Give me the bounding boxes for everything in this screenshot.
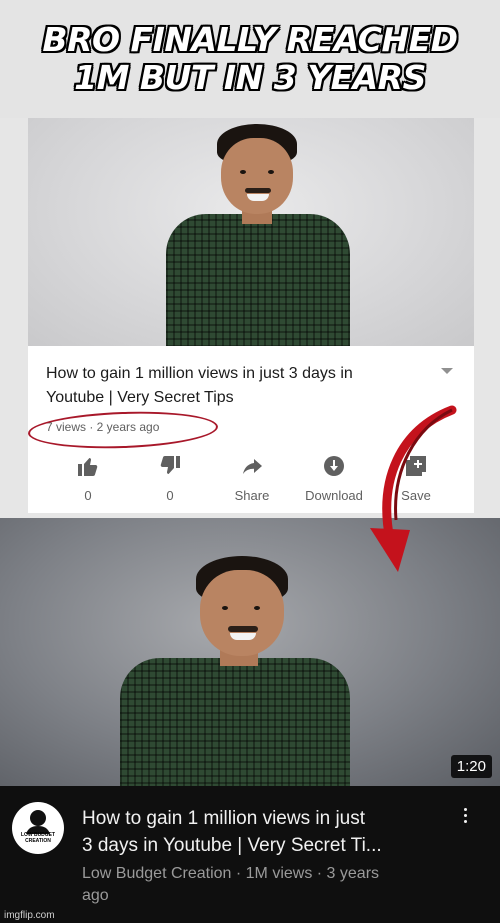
like-button[interactable]: 0 (48, 454, 128, 503)
new-video-title[interactable]: How to gain 1 million views in just 3 da… (82, 805, 452, 859)
avatar-logo-text: LOW BUDGET CREATION (20, 832, 56, 844)
new-video-title-line-2: 3 days in Youtube | Very Secret Ti... (82, 835, 382, 856)
meme-caption: BRO FINALLY REACHED 1M BUT IN 3 YEARS (0, 0, 500, 118)
red-arrow-annotation (370, 405, 457, 572)
channel-avatar[interactable]: LOW BUDGET CREATION (12, 802, 64, 854)
expand-description-icon[interactable] (441, 368, 453, 374)
old-video-thumbnail[interactable] (28, 118, 474, 346)
thumbs-up-icon (76, 454, 100, 478)
avatar-person-icon (26, 810, 50, 834)
new-video-meta-line-1: Low Budget Creation · 1M views · 3 years (82, 865, 380, 882)
share-button[interactable]: Share (212, 454, 292, 503)
video-duration-badge: 1:20 (450, 755, 492, 778)
more-options-icon[interactable] (462, 808, 468, 826)
new-video-meta: Low Budget Creation · 1M views · 3 years… (82, 863, 452, 907)
dislike-button[interactable]: 0 (130, 454, 210, 503)
download-icon (322, 454, 346, 478)
imgflip-watermark: imgflip.com (4, 910, 55, 921)
views-circle-annotation (27, 408, 219, 452)
old-video-title-line-1: How to gain 1 million views in just 3 da… (46, 365, 353, 382)
old-video-title-line-2: Youtube | Very Secret Tips (46, 389, 234, 406)
like-count: 0 (84, 488, 92, 503)
new-video-title-line-1: How to gain 1 million views in just (82, 808, 366, 829)
thumbs-down-icon (158, 454, 182, 478)
caption-line-2: 1M BUT IN 3 YEARS (74, 58, 426, 97)
new-video-meta-line-2: ago (82, 887, 109, 904)
share-label: Share (234, 488, 270, 503)
person-illustration (28, 118, 474, 346)
dislike-count: 0 (166, 488, 174, 503)
caption-line-1: BRO FINALLY REACHED (42, 20, 458, 59)
share-icon (240, 454, 264, 478)
